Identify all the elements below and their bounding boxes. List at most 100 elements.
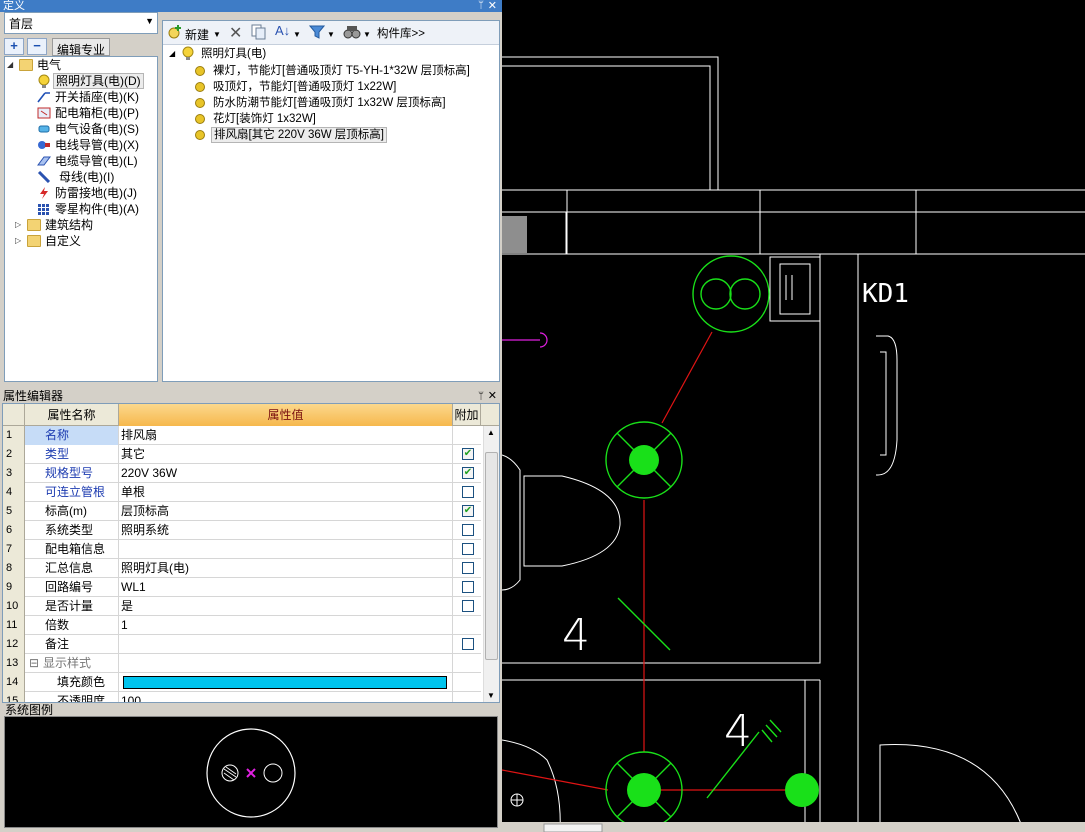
row-number: 1	[3, 426, 25, 445]
property-row[interactable]: 12 备注	[3, 635, 481, 654]
component-library-button[interactable]: 构件库>>	[377, 25, 425, 41]
expand-all-button[interactable]: +	[4, 38, 24, 55]
row-number: 7	[3, 540, 25, 559]
property-editor-title: 属性编辑器	[3, 390, 64, 403]
property-name-text: 是否计量	[45, 599, 94, 613]
property-row[interactable]: 8 汇总信息 照明灯具(电)	[3, 559, 481, 578]
pin-icon[interactable]: ᛘ	[478, 390, 484, 403]
checked-checkbox[interactable]: ✔	[462, 467, 474, 479]
property-row[interactable]: 7 配电箱信息	[3, 540, 481, 559]
property-row[interactable]: 4 可连立管根 单根	[3, 483, 481, 502]
close-icon[interactable]: ✕	[488, 390, 497, 403]
checkbox[interactable]	[462, 638, 474, 650]
chevron-down-icon: ▼	[145, 16, 154, 26]
circuit-label-4: 4	[724, 706, 752, 757]
collapse-all-button[interactable]: −	[27, 38, 47, 55]
equipment-icon	[37, 123, 51, 135]
expand-arrow-icon[interactable]: ◢	[7, 57, 16, 73]
expand-arrow-icon[interactable]: ▷	[15, 217, 24, 233]
property-value[interactable]: 其它	[119, 445, 453, 464]
property-value[interactable]: 1	[119, 616, 453, 635]
property-name-text: 规格型号	[45, 466, 94, 480]
list-category-label: 照明灯具(电)	[201, 48, 267, 60]
delete-icon[interactable]: ✕	[229, 23, 242, 43]
close-icon[interactable]: ✕	[488, 0, 497, 12]
floor-select[interactable]: 首层 ▼	[4, 12, 158, 34]
property-name: 标高(m)	[25, 502, 119, 521]
property-row[interactable]: 1 名称 排风扇	[3, 426, 481, 445]
lamp-icon	[195, 66, 205, 76]
property-value[interactable]: 照明灯具(电)	[119, 559, 453, 578]
property-row[interactable]: 14 填充颜色	[3, 673, 481, 692]
property-value[interactable]: WL1	[119, 578, 453, 597]
checkbox[interactable]	[462, 562, 474, 574]
definition-title: 定义	[3, 0, 25, 12]
property-row[interactable]: 9 回路编号 WL1	[3, 578, 481, 597]
tree-item-label: 开关插座(电)(K)	[55, 90, 139, 104]
chevron-down-icon[interactable]: ▼	[327, 30, 335, 39]
collapse-group-icon[interactable]: ⊟	[29, 654, 39, 672]
checkbox[interactable]	[462, 524, 474, 536]
edit-specialty-button[interactable]: 编辑专业	[52, 38, 111, 57]
checkbox[interactable]	[462, 600, 474, 612]
filter-icon[interactable]	[308, 24, 326, 43]
property-value[interactable]	[119, 673, 453, 692]
tree-item-label: 防雷接地(电)(J)	[55, 186, 137, 200]
property-name: 回路编号	[25, 578, 119, 597]
extra-cell: ✔	[453, 464, 481, 483]
scrollbar-thumb[interactable]	[485, 452, 498, 660]
copy-icon[interactable]	[251, 24, 267, 43]
property-value[interactable]: 照明系统	[119, 521, 453, 540]
chevron-down-icon[interactable]: ▼	[213, 30, 221, 39]
bulb-icon	[181, 46, 195, 67]
checkbox[interactable]	[462, 581, 474, 593]
extra-cell	[453, 426, 481, 445]
property-row[interactable]: 13 显示样式 ⊟	[3, 654, 481, 673]
property-value[interactable]	[119, 635, 453, 654]
cad-canvas[interactable]: KD1 4 4	[501, 0, 1085, 832]
property-value[interactable]: 排风扇	[119, 426, 453, 445]
checked-checkbox[interactable]: ✔	[462, 505, 474, 517]
scroll-up-icon[interactable]: ▲	[487, 428, 495, 437]
property-row[interactable]: 15 不透明度 100	[3, 692, 481, 703]
chevron-down-icon[interactable]: ▼	[293, 30, 301, 39]
property-scrollbar[interactable]: ▲ ▼	[483, 426, 499, 702]
property-row[interactable]: 2 类型 其它 ✔	[3, 445, 481, 464]
fill-color-swatch[interactable]	[123, 676, 447, 689]
extra-column-header: 附加	[453, 404, 481, 426]
scroll-down-icon[interactable]: ▼	[487, 691, 495, 700]
chevron-down-icon[interactable]: ▼	[363, 30, 371, 39]
property-value[interactable]: 单根	[119, 483, 453, 502]
pin-icon[interactable]: ᛘ	[478, 0, 484, 12]
property-value[interactable]	[119, 540, 453, 559]
row-number: 12	[3, 635, 25, 654]
property-row[interactable]: 10 是否计量 是	[3, 597, 481, 616]
property-value[interactable]	[119, 654, 453, 673]
property-row[interactable]: 6 系统类型 照明系统	[3, 521, 481, 540]
checkbox[interactable]	[462, 543, 474, 555]
property-name-text: 不透明度	[57, 694, 106, 703]
sort-icon[interactable]: A↓	[275, 23, 290, 38]
new-button[interactable]: 新建	[185, 26, 209, 43]
property-name-text: 配电箱信息	[45, 542, 106, 556]
property-value[interactable]: 是	[119, 597, 453, 616]
property-row[interactable]: 3 规格型号 220V 36W ✔	[3, 464, 481, 483]
folder-icon	[27, 235, 41, 247]
property-row[interactable]: 5 标高(m) 层顶标高 ✔	[3, 502, 481, 521]
row-number: 3	[3, 464, 25, 483]
property-grid-header: 属性名称 属性值 附加	[3, 404, 499, 426]
property-value[interactable]: 层顶标高	[119, 502, 453, 521]
expand-arrow-icon[interactable]: ◢	[169, 46, 175, 62]
row-number: 14	[3, 673, 25, 692]
checked-checkbox[interactable]: ✔	[462, 448, 474, 460]
component-list-panel: 新建 ▼ ✕ A↓ ▼ ▼ ▼ 构件库>> ◢ 照明灯具(电) 裸灯，节能灯[普…	[162, 20, 500, 382]
expand-arrow-icon[interactable]: ▷	[15, 233, 24, 249]
property-row[interactable]: 11 倍数 1	[3, 616, 481, 635]
row-number-header	[3, 404, 25, 426]
circuit-label-4: 4	[562, 610, 590, 661]
property-value[interactable]: 220V 36W	[119, 464, 453, 483]
find-icon[interactable]	[343, 24, 361, 43]
checkbox[interactable]	[462, 486, 474, 498]
floor-plan-drawing[interactable]: KD1 4 4	[501, 0, 1085, 832]
property-value[interactable]: 100	[119, 692, 453, 702]
